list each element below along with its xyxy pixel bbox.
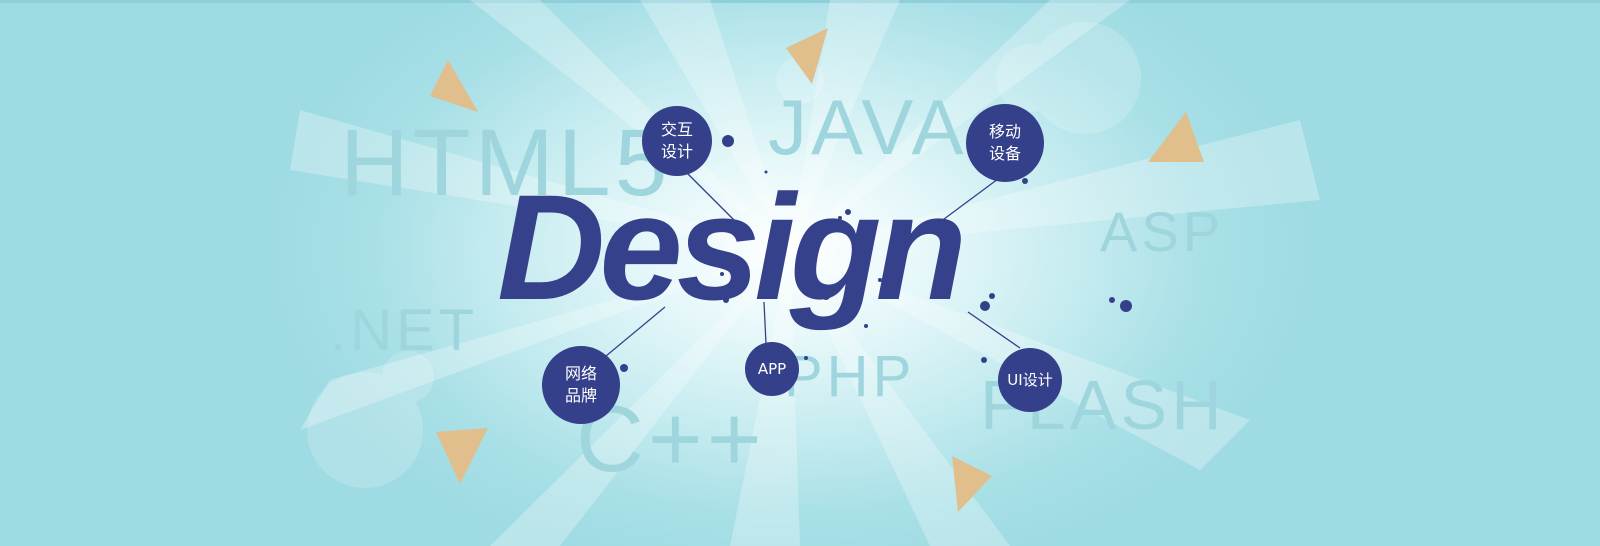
design-wordmark: Design [497, 163, 967, 331]
node-mobile-devices[interactable]: 移动 设备 [966, 104, 1044, 182]
hero-banner: HTML5 JAVA ASP .NET PHP C++ FLASH Design… [0, 0, 1600, 546]
node-label: 交互 设计 [660, 120, 693, 161]
node-network-brand[interactable]: 网络 品牌 [542, 346, 620, 424]
node-label: APP [757, 360, 787, 378]
node-app[interactable]: APP [745, 342, 799, 396]
node-label: UI设计 [1007, 371, 1053, 389]
node-ui-design[interactable]: UI设计 [998, 348, 1062, 412]
node-label: 移动 设备 [988, 122, 1021, 163]
node-label: 网络 品牌 [564, 364, 597, 405]
node-interaction-design[interactable]: 交互 设计 [642, 106, 712, 176]
